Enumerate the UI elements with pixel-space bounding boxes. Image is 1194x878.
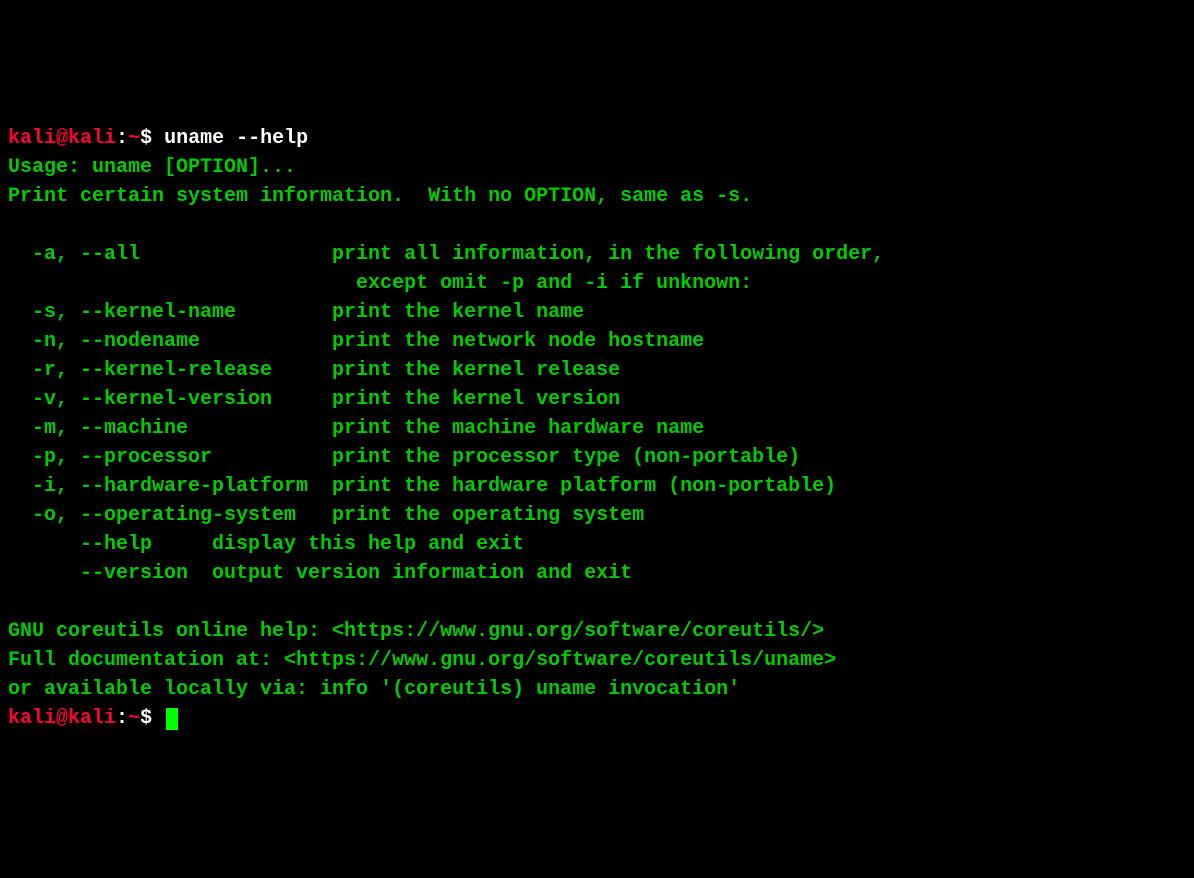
cursor-icon — [166, 708, 178, 730]
prompt-at: @ — [56, 707, 68, 730]
prompt-line-1: kali@kali:~$ uname --help — [8, 127, 308, 150]
command-text — [152, 127, 164, 150]
prompt-host: kali — [68, 127, 116, 150]
output-footer-online-help: GNU coreutils online help: <https://www.… — [8, 620, 824, 643]
output-option-machine: -m, --machine print the machine hardware… — [8, 417, 704, 440]
command-input[interactable] — [152, 707, 164, 730]
output-option-operating-system: -o, --operating-system print the operati… — [8, 504, 644, 527]
prompt-user: kali — [8, 127, 56, 150]
prompt-at: @ — [56, 127, 68, 150]
output-option-all: -a, --all print all information, in the … — [8, 243, 884, 266]
output-option-help: --help display this help and exit — [8, 533, 524, 556]
output-option-kernel-version: -v, --kernel-version print the kernel ve… — [8, 388, 620, 411]
prompt-colon: : — [116, 707, 128, 730]
prompt-colon: : — [116, 127, 128, 150]
prompt-host: kali — [68, 707, 116, 730]
output-footer-local-info: or available locally via: info '(coreuti… — [8, 678, 740, 701]
output-option-all-cont: except omit -p and -i if unknown: — [8, 272, 752, 295]
output-usage: Usage: uname [OPTION]... — [8, 156, 296, 179]
command-text: uname --help — [164, 127, 308, 150]
output-option-version: --version output version information and… — [8, 562, 632, 585]
output-option-processor: -p, --processor print the processor type… — [8, 446, 800, 469]
prompt-dollar: $ — [140, 707, 152, 730]
output-option-nodename: -n, --nodename print the network node ho… — [8, 330, 704, 353]
output-option-kernel-name: -s, --kernel-name print the kernel name — [8, 301, 584, 324]
prompt-path: ~ — [128, 707, 140, 730]
terminal-area[interactable]: kali@kali:~$ uname --help Usage: uname [… — [8, 124, 1186, 733]
prompt-path: ~ — [128, 127, 140, 150]
output-option-hardware-platform: -i, --hardware-platform print the hardwa… — [8, 475, 836, 498]
prompt-user: kali — [8, 707, 56, 730]
prompt-line-2: kali@kali:~$ — [8, 707, 178, 730]
output-description: Print certain system information. With n… — [8, 185, 752, 208]
prompt-dollar: $ — [140, 127, 152, 150]
output-option-kernel-release: -r, --kernel-release print the kernel re… — [8, 359, 620, 382]
output-footer-documentation: Full documentation at: <https://www.gnu.… — [8, 649, 836, 672]
